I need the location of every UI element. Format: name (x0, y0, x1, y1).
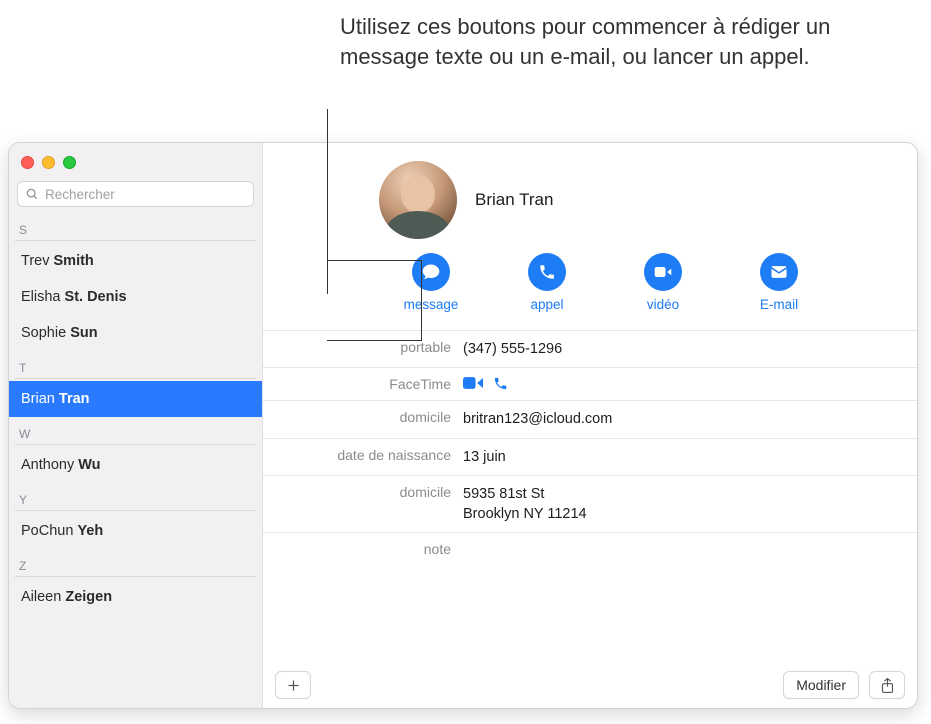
edit-button[interactable]: Modifier (783, 671, 859, 699)
group-header-Y: Y (9, 483, 262, 510)
group-divider (15, 240, 256, 241)
share-icon (880, 677, 895, 694)
contact-item[interactable]: Anthony Wu (9, 447, 262, 483)
note-row: note (263, 533, 917, 565)
sidebar: STrev SmithElisha St. DenisSophie SunTBr… (9, 143, 263, 708)
facetime-audio-icon[interactable] (493, 376, 508, 391)
call-button[interactable]: appel (515, 253, 579, 312)
search-input[interactable] (45, 187, 246, 202)
email-label: E-mail (760, 297, 798, 312)
contact-item[interactable]: Trev Smith (9, 243, 262, 279)
minimize-window-button[interactable] (42, 156, 55, 169)
contact-item[interactable]: Sophie Sun (9, 315, 262, 351)
bottom-toolbar: Modifier (263, 662, 917, 708)
contact-first-name: Brian (21, 391, 59, 407)
email-row: domicile britran123@icloud.com (263, 401, 917, 438)
group-header-W: W (9, 417, 262, 444)
search-icon (25, 187, 39, 201)
email-icon (760, 253, 798, 291)
birthday-row: date de naissance 13 juin (263, 439, 917, 476)
group-header-Z: Z (9, 549, 262, 576)
window-titlebar (9, 143, 262, 181)
address-row: domicile 5935 81st St Brooklyn NY 11214 (263, 476, 917, 534)
contact-first-name: Trev (21, 253, 54, 269)
contact-last-name: Yeh (77, 523, 103, 539)
birthday-label: date de naissance (263, 447, 463, 463)
contact-first-name: PoChun (21, 523, 77, 539)
email-field-label: domicile (263, 409, 463, 425)
contact-last-name: Tran (59, 391, 90, 407)
address-label: domicile (263, 484, 463, 500)
address-line1: 5935 81st St (463, 484, 587, 504)
contact-detail-pane: Brian Tran message appel vidéo (263, 143, 917, 708)
contact-first-name: Anthony (21, 457, 78, 473)
contact-last-name: St. Denis (65, 289, 127, 305)
birthday-value: 13 juin (463, 447, 506, 467)
address-line2: Brooklyn NY 11214 (463, 504, 587, 524)
facetime-row: FaceTime (263, 368, 917, 401)
message-label: message (404, 297, 459, 312)
contact-fields: portable (347) 555-1296 FaceTime domicil… (263, 330, 917, 565)
contact-first-name: Sophie (21, 325, 70, 341)
group-divider (15, 378, 256, 379)
video-button[interactable]: vidéo (631, 253, 695, 312)
zoom-window-button[interactable] (63, 156, 76, 169)
contact-last-name: Zeigen (65, 589, 112, 605)
facetime-label: FaceTime (263, 376, 463, 392)
phone-value[interactable]: (347) 555-1296 (463, 339, 562, 359)
video-label: vidéo (647, 297, 679, 312)
email-button[interactable]: E-mail (747, 253, 811, 312)
contact-item[interactable]: Brian Tran (9, 381, 262, 417)
email-field-value[interactable]: britran123@icloud.com (463, 409, 612, 429)
video-icon (644, 253, 682, 291)
phone-label: portable (263, 339, 463, 355)
contact-avatar[interactable] (379, 161, 457, 239)
close-window-button[interactable] (21, 156, 34, 169)
call-label: appel (530, 297, 563, 312)
profile-header: Brian Tran (263, 143, 917, 243)
facetime-video-icon[interactable] (463, 376, 483, 391)
contact-item[interactable]: PoChun Yeh (9, 513, 262, 549)
group-header-S: S (9, 213, 262, 240)
contact-last-name: Wu (78, 457, 100, 473)
address-value[interactable]: 5935 81st St Brooklyn NY 11214 (463, 484, 587, 525)
contact-name: Brian Tran (475, 190, 553, 210)
note-label: note (263, 541, 463, 557)
group-divider (15, 510, 256, 511)
message-icon (412, 253, 450, 291)
contacts-window: STrev SmithElisha St. DenisSophie SunTBr… (8, 142, 918, 709)
message-button[interactable]: message (399, 253, 463, 312)
contact-last-name: Smith (54, 253, 94, 269)
group-header-T: T (9, 351, 262, 378)
group-divider (15, 444, 256, 445)
contacts-list: STrev SmithElisha St. DenisSophie SunTBr… (9, 213, 262, 708)
add-contact-button[interactable] (275, 671, 311, 699)
search-input-wrapper[interactable] (17, 181, 254, 207)
phone-row: portable (347) 555-1296 (263, 331, 917, 368)
contact-first-name: Aileen (21, 589, 65, 605)
contact-item[interactable]: Aileen Zeigen (9, 579, 262, 615)
group-divider (15, 576, 256, 577)
quick-actions-row: message appel vidéo E-mail (263, 243, 917, 330)
share-button[interactable] (869, 671, 905, 699)
plus-icon (286, 678, 301, 693)
phone-icon (528, 253, 566, 291)
contact-first-name: Elisha (21, 289, 65, 305)
help-annotation: Utilisez ces boutons pour commencer à ré… (340, 12, 890, 71)
contact-item[interactable]: Elisha St. Denis (9, 279, 262, 315)
contact-last-name: Sun (70, 325, 97, 341)
